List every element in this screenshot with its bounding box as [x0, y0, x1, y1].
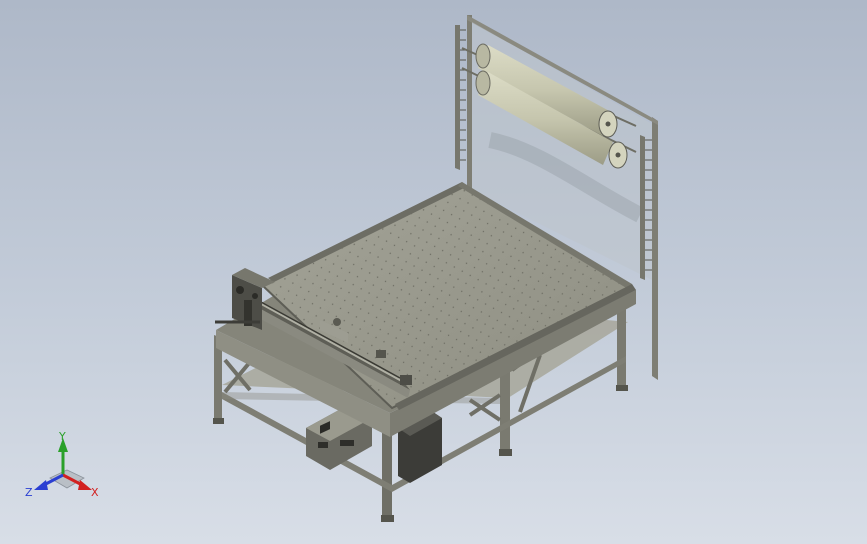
x-axis-head	[78, 480, 92, 490]
z-axis-label: Z	[25, 486, 33, 499]
y-axis-label: Y	[58, 430, 66, 443]
cad-viewport[interactable]: Y X Z	[0, 0, 867, 544]
cutting-table-model[interactable]	[0, 0, 867, 544]
x-axis-label: X	[91, 486, 99, 499]
z-axis-head	[34, 480, 48, 490]
axis-triad: Y X Z	[25, 430, 99, 499]
